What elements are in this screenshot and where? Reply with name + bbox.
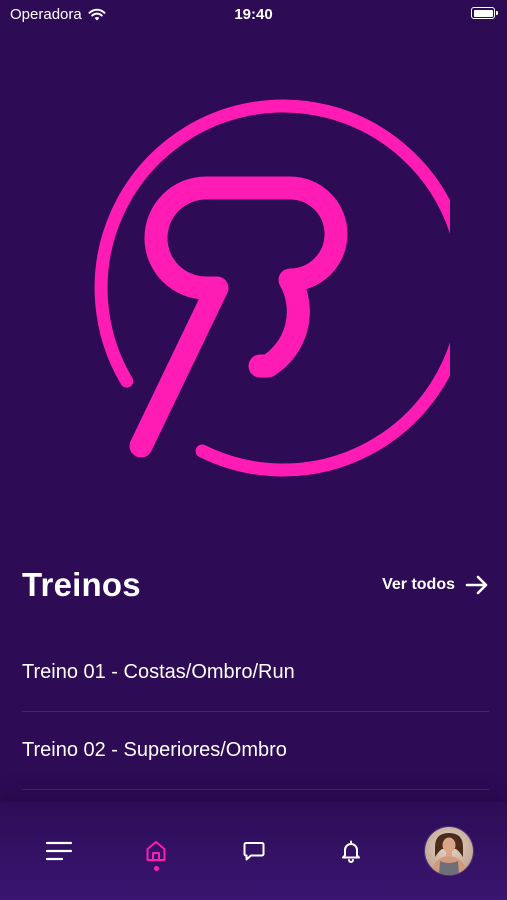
status-time: 19:40	[234, 6, 273, 23]
tab-menu[interactable]	[29, 802, 89, 900]
workout-label: Treino 01 - Costas/Ombro/Run	[22, 661, 295, 683]
tab-bar	[0, 802, 507, 900]
workout-list: Treino 01 - Costas/Ombro/Run Treino 02 -…	[22, 634, 489, 790]
home-icon	[146, 841, 166, 861]
section-title: Treinos	[22, 566, 141, 603]
workout-label: Treino 02 - Superiores/Ombro	[22, 739, 287, 761]
battery-icon	[471, 7, 498, 19]
arrow-right-icon	[465, 575, 488, 595]
tab-profile[interactable]	[419, 802, 479, 900]
bell-icon	[342, 840, 360, 863]
status-bar: Operadora 19:40	[0, 0, 507, 30]
avatar	[424, 826, 474, 876]
tab-messages[interactable]	[224, 802, 284, 900]
brand-logo	[94, 99, 450, 477]
chat-icon	[243, 842, 265, 861]
tab-notifications[interactable]	[321, 802, 381, 900]
list-item[interactable]: Treino 01 - Costas/Ombro/Run	[22, 634, 489, 712]
list-item[interactable]: Treino 02 - Superiores/Ombro	[22, 712, 489, 790]
treinos-header: Treinos Ver todos	[22, 566, 489, 610]
tab-home[interactable]	[126, 802, 186, 900]
see-all-label: Ver todos	[382, 576, 455, 593]
see-all-link[interactable]: Ver todos	[382, 575, 489, 595]
menu-icon	[45, 841, 73, 861]
active-indicator	[153, 866, 159, 871]
